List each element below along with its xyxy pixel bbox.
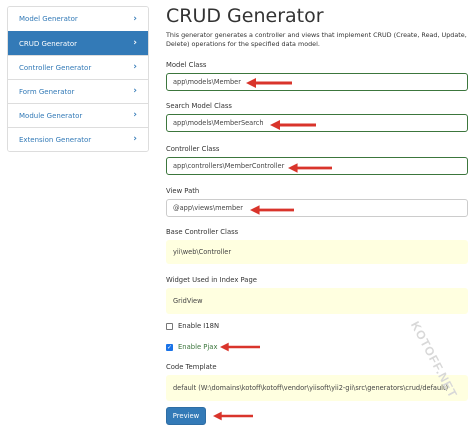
chevron-right-icon: › <box>133 62 137 72</box>
generator-sidebar: Model Generator › CRUD Generator › Contr… <box>7 6 149 152</box>
annotation-arrow-icon <box>270 120 316 130</box>
chevron-right-icon: › <box>133 13 137 24</box>
enable-pjax-checkbox[interactable]: ✓ <box>166 343 173 351</box>
annotation-arrow-icon <box>288 163 332 173</box>
code-template-label: Code Template <box>166 363 217 371</box>
view-path-input[interactable]: @app\views\member <box>166 199 468 217</box>
sidebar-item-label: Form Generator <box>19 87 75 96</box>
base-controller-class-label: Base Controller Class <box>166 228 239 236</box>
model-class-input[interactable]: app\models\Member <box>166 73 468 91</box>
view-path-group: View Path @app\views\member <box>166 186 468 217</box>
sidebar-item-crud-generator[interactable]: CRUD Generator › <box>8 31 148 55</box>
search-model-class-label: Search Model Class <box>166 102 232 110</box>
enable-pjax-label: Enable Pjax <box>178 343 218 351</box>
enable-i18n-label: Enable I18N <box>178 322 220 330</box>
sidebar-item-label: Module Generator <box>19 111 83 120</box>
annotation-arrow-icon <box>213 411 253 421</box>
sidebar-item-label: Controller Generator <box>19 63 92 72</box>
index-widget-label: Widget Used in Index Page <box>166 276 257 284</box>
code-template-group: Code Template default (W:\domains\kotoff… <box>166 362 468 401</box>
code-template-select[interactable]: default (W:\domains\kotoff\kotoff\vendor… <box>166 375 468 401</box>
page-description: This generator generates a controller an… <box>166 31 467 48</box>
sidebar-item-label: Model Generator <box>19 15 78 23</box>
controller-class-label: Controller Class <box>166 145 220 153</box>
enable-pjax-checkbox-row[interactable]: ✓ Enable Pjax <box>166 343 218 351</box>
enable-i18n-checkbox[interactable] <box>166 322 173 330</box>
base-controller-class-input[interactable]: yii\web\Controller <box>166 240 468 264</box>
sidebar-item-form-generator[interactable]: Form Generator › <box>8 79 148 103</box>
sidebar-item-module-generator[interactable]: Module Generator › <box>8 103 148 127</box>
preview-button[interactable]: Preview <box>166 407 206 425</box>
enable-i18n-checkbox-row[interactable]: Enable I18N <box>166 322 219 330</box>
base-controller-class-group: Base Controller Class yii\web\Controller <box>166 227 468 264</box>
chevron-right-icon: › <box>133 38 137 48</box>
search-model-class-input[interactable]: app\models\MemberSearch <box>166 114 468 132</box>
page-title: CRUD Generator <box>166 5 324 27</box>
model-class-label: Model Class <box>166 61 207 69</box>
annotation-arrow-icon <box>220 342 260 352</box>
index-widget-input[interactable]: GridView <box>166 288 468 314</box>
sidebar-item-label: Extension Generator <box>19 135 92 144</box>
model-class-group: Model Class app\models\Member <box>166 60 468 91</box>
sidebar-item-model-generator[interactable]: Model Generator › <box>8 7 148 31</box>
annotation-arrow-icon <box>246 78 292 88</box>
annotation-arrow-icon <box>250 205 294 215</box>
sidebar-item-extension-generator[interactable]: Extension Generator › <box>8 127 148 151</box>
search-model-class-group: Search Model Class app\models\MemberSear… <box>166 101 468 132</box>
chevron-right-icon: › <box>133 110 137 120</box>
view-path-label: View Path <box>166 187 200 195</box>
index-widget-group: Widget Used in Index Page GridView <box>166 275 468 314</box>
chevron-right-icon: › <box>133 86 137 96</box>
chevron-right-icon: › <box>133 134 137 144</box>
sidebar-item-label: CRUD Generator <box>19 39 78 48</box>
sidebar-item-controller-generator[interactable]: Controller Generator › <box>8 55 148 79</box>
